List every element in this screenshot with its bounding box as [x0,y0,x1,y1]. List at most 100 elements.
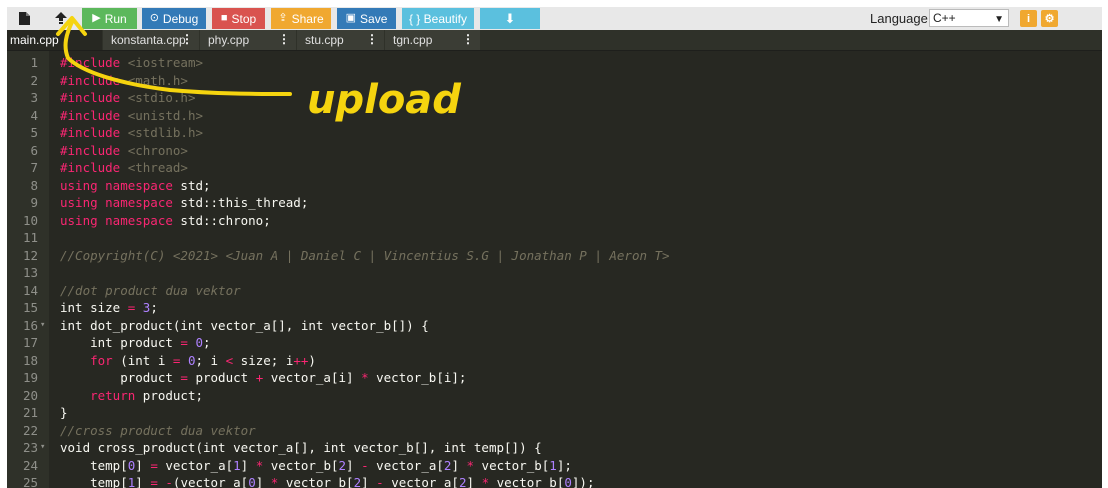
code-line: #include <thread> [60,160,188,175]
line-number: 25 [22,475,38,488]
line-number: 24 [22,457,38,473]
code-line: using namespace std::chrono; [60,212,271,228]
code-line: using namespace std; [60,177,211,193]
toolbar: ▶ Run ⊙ Debug ■ Stop ⇪ Share ▣ Save { } Beaut… [7,7,1102,30]
code-token: vector_a[ [383,475,459,488]
code-token: ] [451,457,467,473]
tab-main-cpp[interactable]: main.cpp [7,30,102,50]
fold-arrow-icon[interactable]: ▾ [40,317,45,335]
line-number: 18 [22,352,38,368]
code-token: ] [346,457,362,473]
code-token: - [165,475,173,488]
code-line: int dot_product(int vector_a[], int vect… [60,317,429,333]
code-token: vector_b[ [474,457,550,473]
line-number: 10 [22,212,38,228]
tab-menu-icon[interactable]: ⋮ [278,32,290,46]
info-icon: i [1026,12,1031,25]
code-line: #include <math.h> [60,72,188,88]
save-button[interactable]: ▣ Save [337,8,396,29]
line-number: 9 [30,195,38,210]
stop-icon: ■ [220,12,228,24]
code-line: //Copyright(C) <2021> <Juan A | Daniel C… [60,247,670,263]
line-number: 15 [22,300,38,315]
line-number: 13 [22,265,38,280]
settings-button[interactable]: ⚙ [1041,10,1058,27]
code-line: //cross product dua vektor [60,422,256,438]
code-token: = [150,475,158,488]
code-line: temp[1] = -(vector_a[0] * vector_b[2] - … [60,474,594,488]
stop-button[interactable]: ■ Stop [212,8,265,29]
code-line: int product = 0; [60,335,211,350]
tab-menu-icon[interactable]: ⋮ [462,32,474,46]
code-token: ] [255,475,271,488]
language-select[interactable]: C++ ▼ [929,9,1009,27]
code-token: 2 [458,475,467,488]
tab-konstanta-cpp[interactable]: konstanta.cpp ⋮ [103,30,199,50]
code-token: vector_a[ [157,457,234,473]
save-icon: ▣ [345,12,357,24]
download-button[interactable]: ⬇ [480,8,540,29]
online-compiler-app: ▶ Run ⊙ Debug ■ Stop ⇪ Share ▣ Save { } Beaut… [7,7,1102,488]
line-number: 21 [22,405,38,420]
code-token: 1 [233,457,241,473]
gear-icon: ⚙ [1044,13,1055,25]
code-line: for (int i = 0; i < size; i++) [90,352,316,368]
line-number: 23 [22,440,38,455]
language-label: Language [870,11,928,26]
file-tabs: main.cpp konstanta.cpp ⋮ phy.cpp ⋮ stu.cpp… [7,30,1102,51]
line-number: 14 [22,282,38,298]
line-number: 11 [22,230,38,245]
code-token: ] [240,457,256,473]
line-number: 1 [30,55,38,70]
code-token: vector_b[ [489,475,565,488]
line-number: 16 [22,317,38,333]
play-icon: ▶ [92,12,101,24]
code-token: 2 [338,457,347,473]
new-file-icon[interactable] [13,7,35,30]
line-number: 20 [22,387,38,403]
code-line: using namespace std::this_thread; [60,195,309,210]
code-token: 1 [549,457,557,473]
line-number: 7 [30,160,38,175]
code-line: void cross_product(int vector_a[], int v… [60,440,542,455]
tab-tgn-cpp[interactable]: tgn.cpp ⋮ [385,30,480,50]
fold-arrow-icon[interactable]: ▾ [40,439,45,457]
debug-button[interactable]: ⊙ Debug [142,8,206,29]
line-number: 5 [30,125,38,140]
code-token: * [481,475,490,488]
code-line: //dot product dua vektor [60,282,241,298]
code-editor[interactable]: 1 #include <iostream> 2 #include <math.h> … [7,51,1102,488]
line-number: 3 [30,90,38,105]
line-number: 8 [30,177,38,193]
code-token: 0 [564,475,572,488]
code-line: #include <stdio.h> [60,90,196,105]
code-token: vector_b[ [278,475,354,488]
code-line: #include <stdlib.h> [60,125,203,140]
tab-phy-cpp[interactable]: phy.cpp ⋮ [200,30,296,50]
code-token: - [361,457,369,473]
info-button[interactable]: i [1020,10,1037,27]
line-number: 4 [30,107,38,123]
run-button[interactable]: ▶ Run [82,8,137,29]
code-token: temp[ [60,457,128,473]
code-token: vector_a[ [368,457,444,473]
code-line: #include <iostream> [60,55,203,70]
code-line: #include <chrono> [60,142,188,158]
tab-menu-icon[interactable]: ⋮ [181,32,193,46]
share-button[interactable]: ⇪ Share [271,8,331,29]
line-number: 2 [30,72,38,88]
code-token: vector_b[ [263,457,339,473]
tab-stu-cpp[interactable]: stu.cpp ⋮ [297,30,384,50]
code-token: ] [466,475,482,488]
code-token: = [150,457,158,473]
beautify-button[interactable]: { } Beautify [402,8,474,29]
chevron-down-icon: ▼ [994,14,1004,25]
code-token: ] [135,475,151,488]
code-token: (vector_a[ [172,475,249,488]
upload-icon[interactable] [50,7,72,30]
line-number: 6 [30,142,38,158]
code-token: ]; [556,457,572,473]
line-number: 12 [22,247,38,263]
code-token: - [376,475,384,488]
tab-menu-icon[interactable]: ⋮ [366,32,378,46]
